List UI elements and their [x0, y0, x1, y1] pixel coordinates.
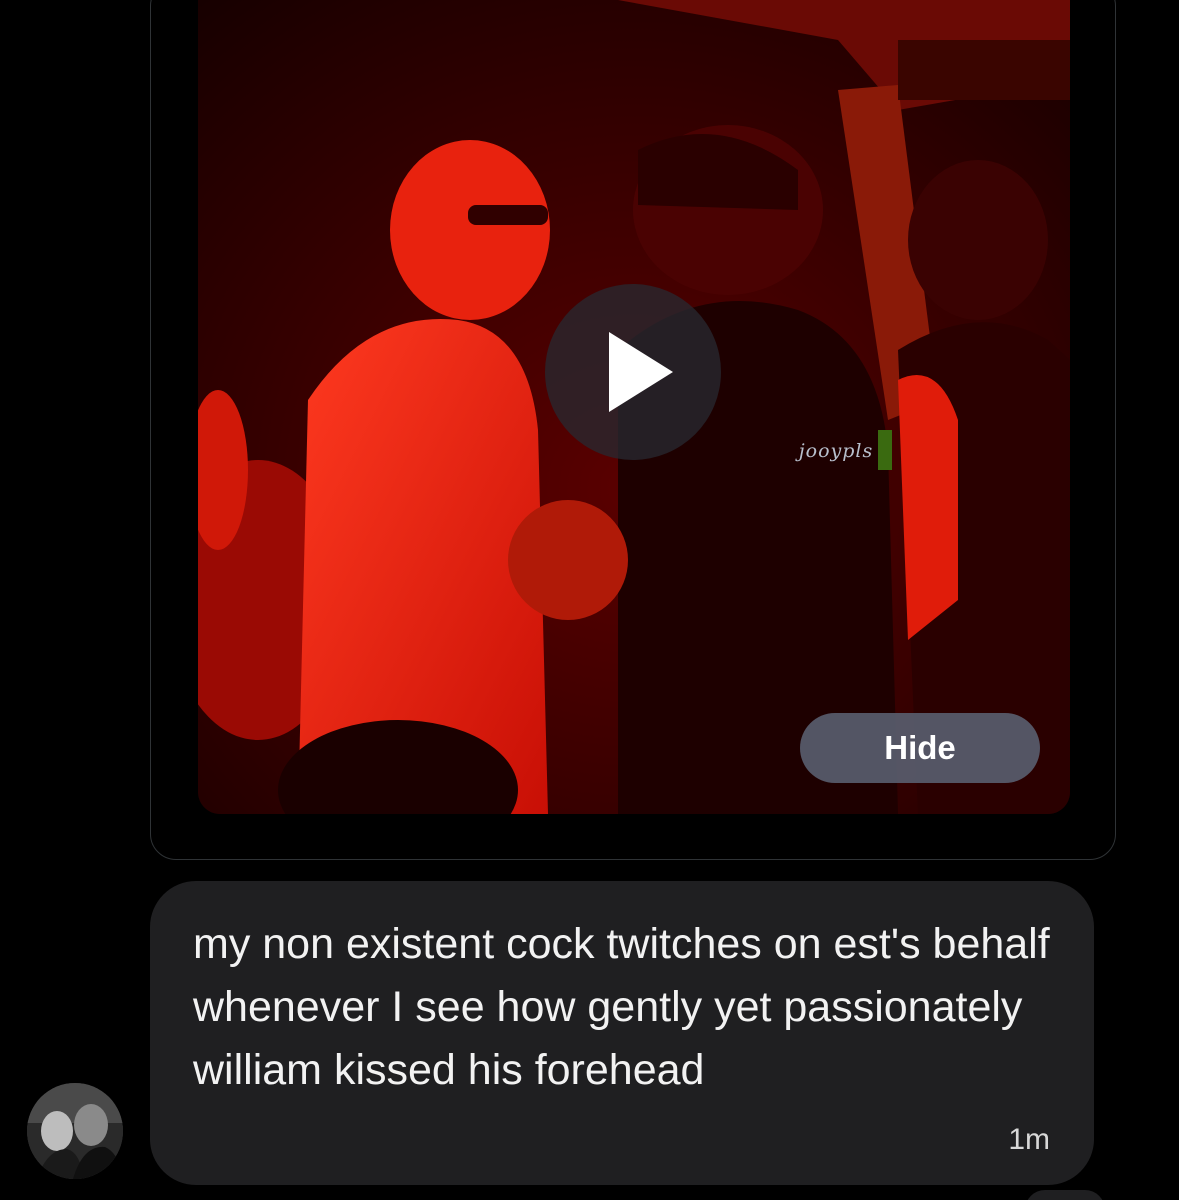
next-message-bubble: [1025, 1190, 1105, 1200]
play-icon: [609, 332, 673, 412]
play-button[interactable]: [545, 284, 721, 460]
sender-avatar[interactable]: [27, 1083, 123, 1179]
message-timestamp: 1m: [1008, 1123, 1050, 1156]
message-bubble[interactable]: my non existent cock twitches on est's b…: [150, 881, 1094, 1185]
hide-button[interactable]: Hide: [800, 713, 1040, 783]
avatar-image: [27, 1083, 123, 1179]
message-text: my non existent cock twitches on est's b…: [193, 920, 1050, 1094]
chat-thread: jooypls Hide my non existent cock twitch…: [0, 0, 1179, 1200]
watermark-text: jooypls: [798, 440, 874, 462]
